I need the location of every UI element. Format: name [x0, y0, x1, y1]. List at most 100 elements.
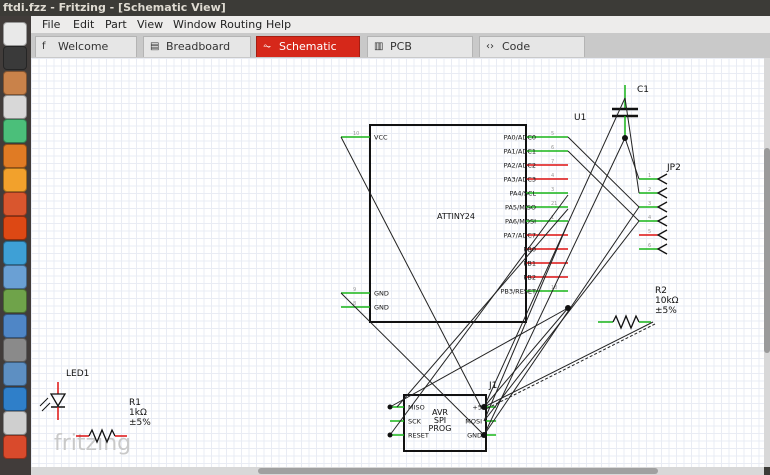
- junction-dot: [481, 404, 487, 410]
- launcher-app-icon[interactable]: [3, 289, 27, 314]
- tab-welcome[interactable]: f Welcome: [35, 36, 137, 57]
- attiny24-name: ATTINY24: [437, 212, 475, 221]
- jp2-ref: JP2: [666, 163, 681, 173]
- fritzing-logo-icon: f: [42, 41, 46, 52]
- launcher-app-icon[interactable]: [3, 337, 27, 362]
- tab-label: Schematic: [279, 40, 337, 53]
- u1-pin-label: VCC: [374, 134, 388, 142]
- unity-launcher: [0, 16, 31, 475]
- j1-pin-label: GND: [467, 432, 482, 440]
- wire[interactable]: [483, 321, 654, 408]
- window-title: ftdi.fzz - Fritzing - [Schematic View]: [3, 1, 226, 14]
- j1-pin-label: RESET: [408, 432, 429, 440]
- jp2-pin-contact: [656, 243, 668, 255]
- jp2-pin-number: 6: [648, 243, 651, 249]
- u1-pin-label: PA3/ADC3: [504, 176, 536, 184]
- r2-tolerance: ±5%: [655, 306, 677, 316]
- u1-pin-label: PA7/ADC7: [504, 232, 536, 240]
- launcher-app-icon[interactable]: [3, 410, 27, 435]
- u1-pin-label: PB2: [523, 274, 536, 282]
- wires: [340, 97, 656, 436]
- j1-ref: J1: [488, 381, 497, 391]
- jp2-pin-number: 5: [648, 229, 651, 235]
- menu-window[interactable]: Window: [173, 16, 216, 33]
- jp2-pins: 1 2 3 4 5 6: [639, 173, 668, 255]
- u1-pin-label: PA5/MISO: [505, 204, 536, 212]
- menu-file[interactable]: File: [42, 16, 60, 33]
- launcher-app-icon[interactable]: [3, 192, 27, 217]
- launcher-app-icon[interactable]: [3, 46, 27, 71]
- fritzing-watermark: fritzing: [54, 431, 131, 456]
- launcher-app-icon[interactable]: [3, 313, 27, 338]
- tab-label: Code: [502, 40, 531, 53]
- vertical-scrollbar-thumb[interactable]: [764, 148, 770, 353]
- led1-diode-triangle: [49, 393, 67, 408]
- view-tab-bar: f Welcome ▤ Breadboard ⏦ Schematic ▥ PCB…: [31, 33, 770, 58]
- launcher-app-icon[interactable]: [3, 362, 27, 387]
- u1-pin-number: 4: [551, 173, 554, 179]
- launcher-app-icon[interactable]: [3, 70, 27, 95]
- launcher-app-icon[interactable]: [3, 386, 27, 411]
- c1-ref: C1: [637, 85, 649, 95]
- u1-right-pins: 5 PA0/ADC0 6 PA1/ADC1 7 PA2/ADC2 4 PA3/ADC3 3 PA4…: [500, 131, 568, 296]
- wire[interactable]: [483, 97, 626, 408]
- menu-bar: File Edit Part View Window Routing Help: [31, 16, 770, 33]
- wire[interactable]: [340, 136, 482, 408]
- horizontal-scrollbar-thumb[interactable]: [258, 468, 658, 474]
- resistor-r2[interactable]: R2 10kΩ ±5%: [598, 286, 679, 330]
- r1-value: 1kΩ: [129, 408, 147, 418]
- launcher-app-icon[interactable]: [3, 265, 27, 289]
- launcher-app-icon[interactable]: [3, 119, 27, 144]
- led-led1[interactable]: LED1: [39, 369, 89, 420]
- u1-pin-label: PA1/ADC1: [504, 148, 536, 156]
- u1-pin-label: PA4/SCL: [509, 190, 536, 198]
- attiny24-chip[interactable]: ATTINY24 U1 10 VCC9 GND8 GND 5PA0/ADC06PA1/…: [341, 113, 586, 323]
- u1-pin-number: 5: [551, 131, 554, 137]
- menu-part[interactable]: Part: [105, 16, 127, 33]
- wire[interactable]: [567, 150, 640, 222]
- tab-label: Breadboard: [166, 40, 231, 53]
- wire[interactable]: [340, 292, 485, 436]
- u1-pin-label: PB1: [523, 260, 536, 268]
- window-title-bar: ftdi.fzz - Fritzing - [Schematic View]: [0, 0, 770, 16]
- menu-edit[interactable]: Edit: [73, 16, 94, 33]
- u1-pin-number: 10: [353, 131, 359, 137]
- menu-routing[interactable]: Routing: [220, 16, 262, 33]
- j1-pin-label: +5: [472, 404, 482, 412]
- launcher-app-icon[interactable]: [3, 167, 27, 192]
- u1-pin-label: PB3/RESET: [500, 288, 536, 296]
- jp2-pin-number: 4: [648, 215, 651, 221]
- code-icon: ‹›: [486, 41, 494, 52]
- tab-breadboard[interactable]: ▤ Breadboard: [143, 36, 251, 57]
- menu-help[interactable]: Help: [266, 16, 291, 33]
- tab-schematic[interactable]: ⏦ Schematic: [256, 36, 360, 57]
- junction-dot: [481, 432, 487, 438]
- u1-pin-label: PA2/ADC2: [504, 162, 536, 170]
- led1-ref: LED1: [66, 369, 89, 379]
- launcher-app-icon[interactable]: [3, 143, 27, 168]
- tab-label: Welcome: [58, 40, 109, 53]
- u1-pin-label: PA0/ADC0: [504, 134, 536, 142]
- avr-spi-prog-header[interactable]: J1 AVR SPI PROG MISOSCKRESET+5MOSIGND: [390, 381, 497, 452]
- u1-left-pins: 10 VCC9 GND8 GND: [341, 131, 389, 312]
- launcher-app-icon[interactable]: [3, 94, 27, 119]
- launcher-app-icon[interactable]: [3, 435, 27, 460]
- r1-tolerance: ±5%: [129, 418, 151, 428]
- schematic-drawing[interactable]: fritzing ATTINY24 U1 10 VCC9 GND8 GND 5PA0/…: [31, 58, 764, 467]
- breadboard-icon: ▤: [150, 41, 160, 52]
- launcher-app-icon[interactable]: [3, 22, 27, 46]
- capacitor-c1[interactable]: C1: [612, 85, 649, 138]
- tab-pcb[interactable]: ▥ PCB: [367, 36, 473, 57]
- jp2-pin-contact: [656, 229, 668, 241]
- u1-pin-label: GND: [374, 304, 389, 312]
- tab-code[interactable]: ‹› Code: [479, 36, 585, 57]
- launcher-app-icon[interactable]: [3, 216, 27, 241]
- u1-pin-number: 6: [551, 145, 554, 151]
- header-jp2[interactable]: JP2 1 2 3 4 5 6: [639, 163, 681, 255]
- menu-view[interactable]: View: [137, 16, 163, 33]
- jp2-pin-contact: [656, 201, 668, 213]
- launcher-app-icon[interactable]: [3, 240, 27, 265]
- wire[interactable]: [485, 323, 656, 410]
- jp2-pin-number: 3: [648, 201, 651, 207]
- schematic-canvas[interactable]: fritzing ATTINY24 U1 10 VCC 9 GND 8 GND 5 PA0/…: [31, 58, 764, 467]
